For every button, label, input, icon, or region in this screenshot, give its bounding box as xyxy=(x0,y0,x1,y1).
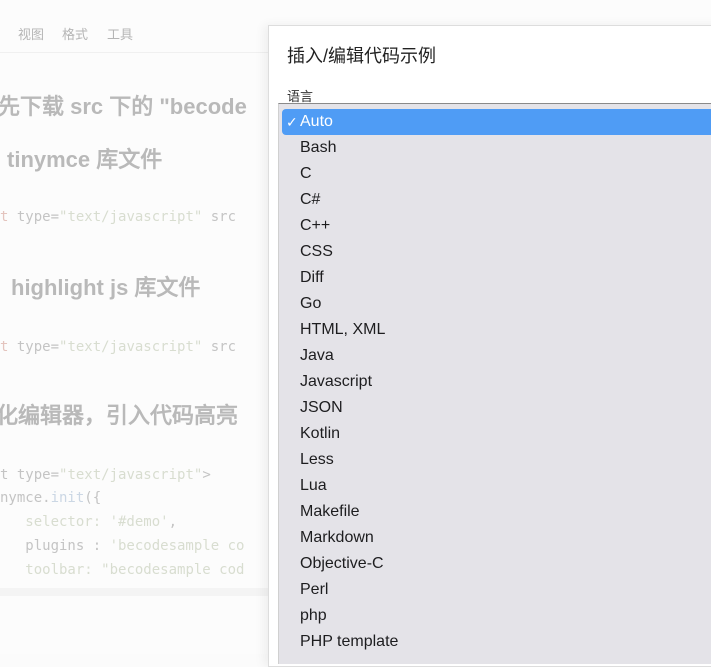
language-option[interactable]: php xyxy=(279,603,711,629)
language-option-label: C xyxy=(300,165,312,182)
menu-view[interactable]: 视图 xyxy=(18,24,44,43)
language-option-label: Auto xyxy=(300,113,333,130)
language-option-label: Lua xyxy=(300,477,327,494)
heading-2: tinymce 库文件 xyxy=(7,147,163,172)
language-option[interactable]: Less xyxy=(279,447,711,473)
language-option-label: HTML, XML xyxy=(300,321,386,338)
language-option[interactable]: Go xyxy=(279,291,711,317)
language-option[interactable]: Diff xyxy=(279,265,711,291)
language-option[interactable]: Objective-C xyxy=(279,551,711,577)
code-line: t type="text/javascript"> xyxy=(0,467,211,483)
language-option[interactable]: PHP template xyxy=(279,629,711,655)
code-line: nymce.init({ xyxy=(0,490,102,506)
language-option[interactable]: Perl xyxy=(279,577,711,603)
language-option-label: Makefile xyxy=(300,503,360,520)
language-option-label: JSON xyxy=(300,399,343,416)
language-option[interactable]: C++ xyxy=(279,213,711,239)
dialog-title: 插入/编辑代码示例 xyxy=(287,46,437,66)
language-option-label: CSS xyxy=(300,243,333,260)
language-option-label: php xyxy=(300,607,327,624)
language-option[interactable]: Kotlin xyxy=(279,421,711,447)
language-option-label: Kotlin xyxy=(300,425,341,442)
code-line: t type="text/javascript" src xyxy=(0,339,237,355)
language-option[interactable]: HTML, XML xyxy=(279,317,711,343)
language-option-label: C# xyxy=(300,191,321,208)
language-option[interactable]: Javascript xyxy=(279,369,711,395)
code-line: selector: '#demo', xyxy=(0,514,178,530)
language-option[interactable]: Makefile xyxy=(279,499,711,525)
language-option[interactable]: Markdown xyxy=(279,525,711,551)
language-option-label: Less xyxy=(300,451,334,468)
checkmark-icon: ✓ xyxy=(286,114,298,130)
language-option[interactable]: CSS xyxy=(279,239,711,265)
heading-4: 化编辑器，引入代码高亮 xyxy=(0,403,239,428)
language-option-label: PHP template xyxy=(300,633,399,650)
language-option-label: Objective-C xyxy=(300,555,384,572)
language-option-label: Markdown xyxy=(300,529,374,546)
menu-format[interactable]: 格式 xyxy=(62,24,88,43)
code-line: toolbar: "becodesample cod xyxy=(0,562,245,578)
heading-3: highlight js 库文件 xyxy=(11,275,201,300)
language-option[interactable]: ✓ Auto xyxy=(282,109,711,135)
language-option[interactable]: C xyxy=(279,161,711,187)
language-option[interactable]: JSON xyxy=(279,395,711,421)
language-option-label: C++ xyxy=(300,217,331,234)
code-line: t type="text/javascript" src xyxy=(0,209,237,225)
language-option[interactable]: C# xyxy=(279,187,711,213)
language-option-label: Go xyxy=(300,295,322,312)
language-option[interactable]: Java xyxy=(279,343,711,369)
language-option-label: Java xyxy=(300,347,334,364)
menu-tools[interactable]: 工具 xyxy=(107,24,133,43)
language-option-label: Diff xyxy=(300,269,324,286)
heading-1: 先下载 src 下的 "becode xyxy=(0,94,247,119)
language-option-label: Javascript xyxy=(300,373,373,390)
language-option[interactable]: Bash xyxy=(279,135,711,161)
language-option-label: Bash xyxy=(300,139,337,156)
code-block-edge xyxy=(0,588,270,596)
language-option[interactable]: Lua xyxy=(279,473,711,499)
language-option-label: Perl xyxy=(300,581,329,598)
language-dropdown-list[interactable]: ✓ Auto Bash C C# C++ CSS Diff Go HTML, XML Java Jav… xyxy=(278,103,711,664)
code-line: plugins : 'becodesample co xyxy=(0,538,245,554)
